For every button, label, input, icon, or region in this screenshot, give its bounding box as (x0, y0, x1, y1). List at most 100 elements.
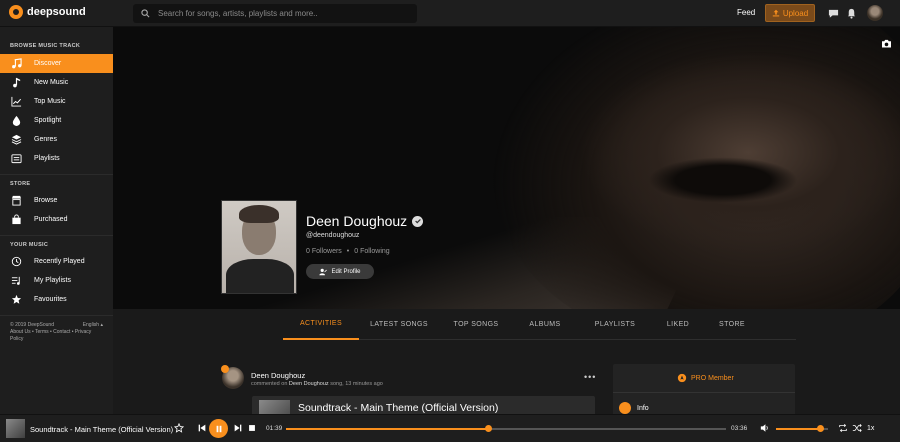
info-row: Info (619, 402, 649, 414)
rocket-icon (677, 373, 687, 383)
my-playlist-icon (11, 276, 20, 285)
stop-icon[interactable] (247, 423, 257, 433)
pause-icon (216, 425, 221, 432)
tab-activities[interactable]: ACTIVITIES (283, 309, 359, 340)
post-meta-user[interactable]: Deen Doughouz (289, 381, 329, 387)
sidebar-item-purchased[interactable]: Purchased (0, 210, 113, 229)
profile-stats: 0 Followers • 0 Following (306, 248, 390, 255)
previous-icon[interactable] (197, 423, 207, 433)
post-meta: commented on Deen Doughouz song, 13 minu… (251, 381, 383, 387)
sidebar-item-label: Playlists (34, 155, 60, 162)
stats-separator: • (346, 248, 350, 255)
tab-top-songs[interactable]: TOP SONGS (439, 309, 513, 340)
upload-button[interactable]: Upload (765, 4, 815, 22)
language-selector[interactable]: English ▴ (83, 322, 103, 329)
player-thumbnail[interactable] (6, 419, 25, 438)
followers-count[interactable]: 0 Followers (306, 248, 342, 255)
search-input[interactable] (158, 9, 398, 18)
playback-speed[interactable]: 1x (867, 425, 874, 432)
logo-icon (9, 5, 23, 19)
sidebar-item-label: Browse (34, 197, 58, 204)
progress-fill (286, 428, 489, 430)
tab-latest-songs[interactable]: LATEST SONGS (359, 309, 439, 340)
upload-icon (772, 9, 780, 17)
info-icon (619, 402, 631, 414)
upload-label: Upload (782, 8, 809, 18)
user-edit-icon (319, 268, 328, 275)
footer-links[interactable]: About Us • Terms • Contact • Privacy Pol… (10, 329, 103, 343)
sidebar-item-recently-played[interactable]: Recently Played (0, 252, 113, 271)
sidebar-item-spotlight[interactable]: Spotlight (0, 111, 113, 130)
pro-member-card: PRO Member Info (613, 364, 795, 414)
playlist-icon (11, 154, 22, 164)
search-bar[interactable] (133, 4, 417, 23)
volume-slider[interactable] (776, 425, 828, 432)
profile-picture[interactable] (221, 200, 297, 294)
messages-icon[interactable] (828, 8, 839, 19)
tab-playlists[interactable]: PLAYLISTS (577, 309, 653, 340)
feed-link[interactable]: Feed (737, 8, 755, 17)
sidebar-footer: © 2019 DeepSound English ▴ About Us • Te… (0, 322, 113, 343)
sidebar-item-playlists[interactable]: Playlists (0, 149, 113, 168)
history-icon (11, 256, 22, 267)
sidebar-divider (0, 235, 113, 236)
search-icon (141, 9, 150, 18)
duration: 03:36 (731, 425, 748, 432)
volume-icon[interactable] (760, 423, 770, 433)
verified-icon (412, 215, 424, 227)
drop-icon (12, 115, 21, 126)
camera-icon[interactable] (881, 39, 892, 48)
tab-liked[interactable]: LIKED (653, 309, 703, 340)
logo[interactable]: deepsound (9, 5, 86, 19)
sidebar-divider (0, 174, 113, 175)
store-icon (11, 195, 22, 206)
music-notes-icon (12, 58, 22, 69)
layers-icon (11, 134, 22, 145)
more-options-icon[interactable]: ••• (584, 372, 596, 382)
sidebar-item-label: Spotlight (34, 117, 62, 124)
star-icon (11, 294, 22, 304)
top-bar: deepsound Feed Upload (0, 0, 900, 27)
sidebar-item-genres[interactable]: Genres (0, 130, 113, 149)
user-avatar[interactable] (867, 5, 883, 21)
following-count[interactable]: 0 Following (354, 248, 389, 255)
progress-handle[interactable] (485, 425, 493, 432)
song-thumbnail (259, 400, 290, 414)
song-title[interactable]: Soundtrack - Main Theme (Official Versio… (298, 402, 498, 414)
sidebar-item-label: Genres (34, 136, 57, 143)
next-icon[interactable] (233, 423, 243, 433)
post-author[interactable]: Deen Doughouz (251, 371, 305, 380)
sidebar-divider (0, 315, 113, 316)
pause-button[interactable] (209, 419, 228, 438)
profile-cover: Deen Doughouz @deendoughouz 0 Followers … (113, 27, 900, 309)
sidebar-item-new-music[interactable]: New Music (0, 73, 113, 92)
logo-text: deepsound (27, 6, 86, 18)
sidebar-item-label: Recently Played (34, 258, 85, 265)
current-time: 01:39 (266, 425, 283, 432)
player-song-title[interactable]: Soundtrack - Main Theme (Official Versio… (30, 425, 173, 434)
sidebar-item-discover[interactable]: Discover (0, 54, 113, 73)
sidebar-item-browse[interactable]: Browse (0, 191, 113, 210)
shuffle-icon[interactable] (852, 423, 862, 433)
volume-handle[interactable] (817, 425, 825, 432)
sidebar: BROWSE MUSIC TRACK Discover New Music To… (0, 27, 113, 414)
sidebar-item-favourites[interactable]: Favourites (0, 290, 113, 309)
notifications-icon[interactable] (846, 8, 857, 19)
repeat-icon[interactable] (838, 423, 848, 433)
sidebar-item-label: Discover (34, 60, 62, 67)
profile-name: Deen Doughouz (306, 213, 424, 229)
pro-member-title: PRO Member (677, 373, 734, 383)
progress-bar[interactable] (286, 425, 726, 432)
sidebar-item-label: Favourites (34, 296, 67, 303)
music-note-icon (13, 77, 21, 88)
edit-profile-button[interactable]: Edit Profile (306, 264, 374, 279)
song-card[interactable]: Soundtrack - Main Theme (Official Versio… (252, 396, 595, 414)
sidebar-item-label: My Playlists (34, 277, 71, 284)
tab-albums[interactable]: ALBUMS (513, 309, 577, 340)
sidebar-item-label: Top Music (34, 98, 66, 105)
favourite-star-icon[interactable] (174, 423, 184, 433)
main-content: Deen Doughouz @deendoughouz 0 Followers … (113, 27, 900, 414)
tab-store[interactable]: STORE (703, 309, 761, 340)
sidebar-item-top-music[interactable]: Top Music (0, 92, 113, 111)
sidebar-item-my-playlists[interactable]: My Playlists (0, 271, 113, 290)
